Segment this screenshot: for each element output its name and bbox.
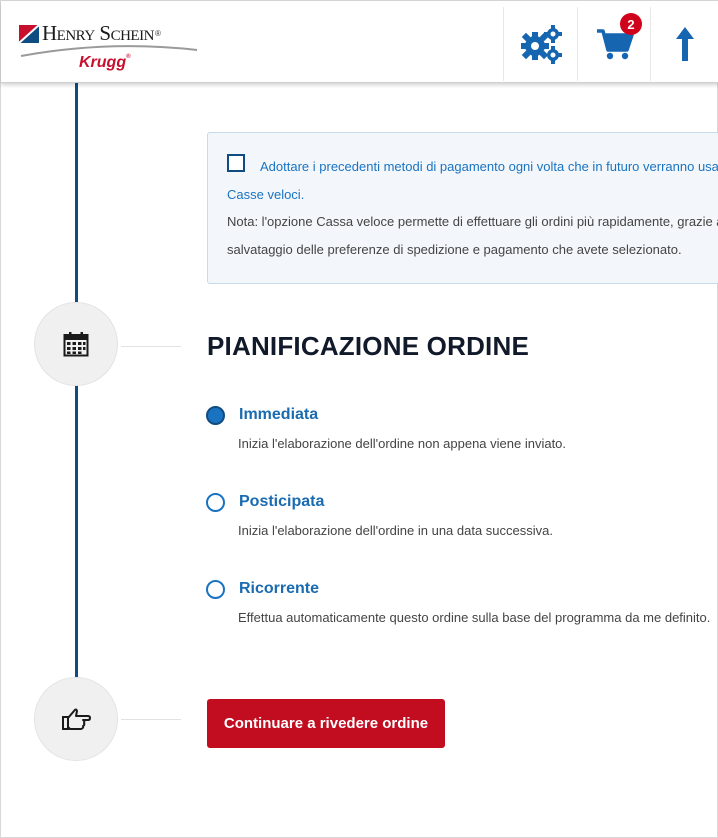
calendar-icon: [63, 332, 89, 357]
schedule-option-description: Inizia l'elaborazione dell'ordine in una…: [238, 523, 553, 538]
logo-sub-registered-mark: ®: [126, 54, 131, 60]
reuse-payment-method-label-cont[interactable]: Casse veloci.: [227, 187, 304, 202]
schedule-deferred-radio[interactable]: [206, 493, 225, 512]
logo-sub-brand: Krugg: [79, 54, 127, 71]
order-scheduling-title: PIANIFICAZIONE ORDINE: [207, 331, 529, 361]
settings-button[interactable]: [503, 7, 577, 81]
step-connector: [121, 346, 181, 347]
schedule-option-description: Inizia l'elaborazione dell'ordine non ap…: [238, 436, 567, 451]
cart-count-badge: 2: [620, 13, 642, 35]
express-checkout-note-line2: salvataggio delle preferenze di spedizio…: [227, 242, 682, 257]
arrow-up-icon: [676, 27, 694, 61]
continue-review-order-button[interactable]: Continuare a rivedere ordine: [207, 699, 445, 748]
schedule-option-description: Effettua automaticamente questo ordine s…: [238, 610, 711, 625]
step-connector: [121, 719, 181, 720]
logo-registered-mark: ®: [154, 29, 161, 38]
logo-flag-icon: [19, 24, 39, 43]
reuse-payment-method-checkbox[interactable]: [227, 154, 245, 172]
review-step-marker: [34, 677, 118, 761]
schedule-option-label[interactable]: Posticipata: [239, 493, 324, 511]
logo-brand-text: Henry Schein: [42, 21, 154, 45]
scroll-to-top-button[interactable]: [650, 7, 718, 81]
schedule-immediate-radio[interactable]: [206, 406, 225, 425]
henry-schein-krugg-logo[interactable]: Henry Schein ® Krugg®: [19, 17, 209, 77]
scheduling-step-marker: [34, 302, 118, 386]
express-checkout-info-box: Adottare i precedenti metodi di pagament…: [207, 132, 718, 284]
hand-pointing-icon: [62, 708, 91, 730]
app-header: Henry Schein ® Krugg® 2: [1, 1, 718, 83]
schedule-recurring-radio[interactable]: [206, 580, 225, 599]
cart-button[interactable]: 2: [577, 7, 651, 81]
express-checkout-note-line1: Nota: l'opzione Cassa veloce permette di…: [227, 214, 718, 229]
settings-gears-icon: [520, 25, 562, 64]
schedule-option-label[interactable]: Ricorrente: [239, 580, 319, 598]
reuse-payment-method-label[interactable]: Adottare i precedenti metodi di pagament…: [260, 159, 718, 174]
schedule-option-label[interactable]: Immediata: [239, 406, 318, 424]
